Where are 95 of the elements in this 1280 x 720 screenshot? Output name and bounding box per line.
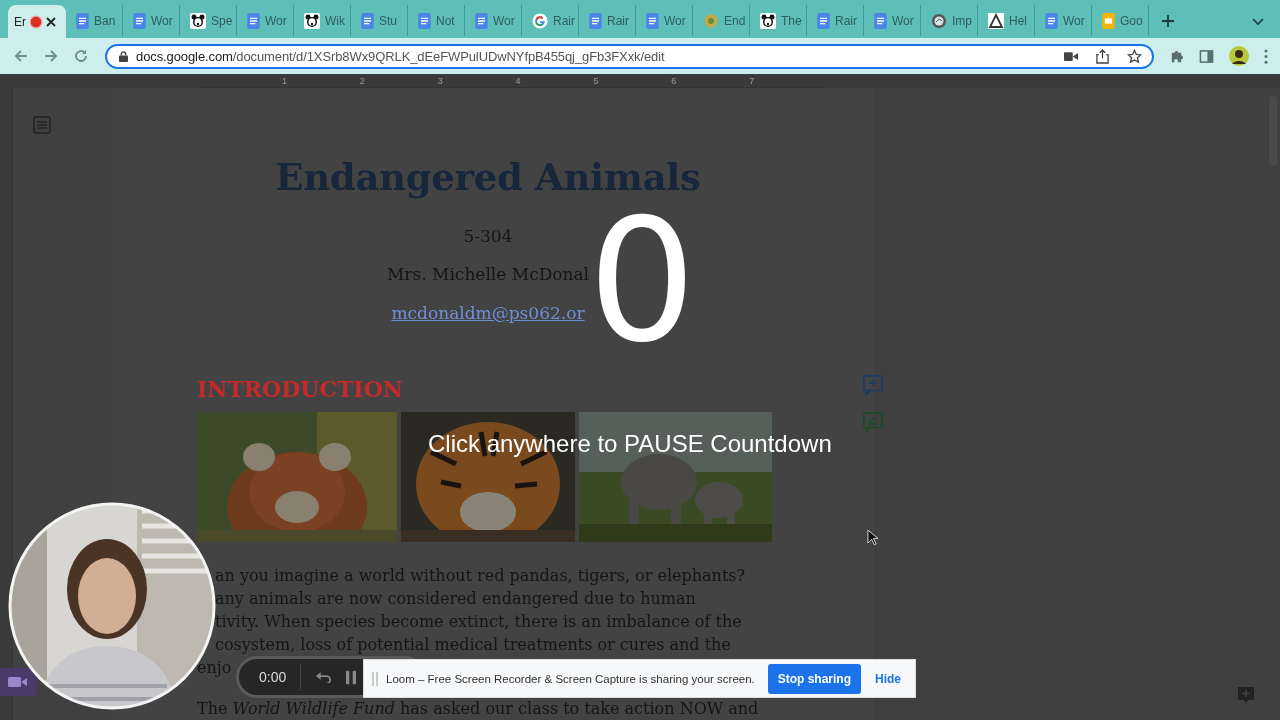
new-tab-icon[interactable] [1161, 14, 1175, 28]
chevron-down-icon[interactable] [1252, 18, 1264, 26]
docs-icon [133, 12, 146, 29]
browser-tab[interactable]: Wik [294, 5, 351, 36]
forward-icon[interactable] [43, 48, 59, 64]
ruler-number: 7 [749, 75, 756, 87]
tab-title: End [724, 13, 746, 28]
tab-title: Stu [379, 13, 397, 28]
panda-icon [304, 12, 320, 29]
reload-icon[interactable] [73, 48, 89, 64]
browser-tab[interactable]: Wor [636, 5, 693, 36]
ruler-number: 2 [359, 75, 366, 87]
slides-icon [1102, 12, 1115, 29]
avatar-icon[interactable] [1229, 46, 1249, 66]
countdown-hint: Click anywhere to PAUSE Countdown [428, 430, 832, 458]
browser-tab[interactable]: Rair [579, 5, 636, 36]
share-icon[interactable] [1096, 48, 1109, 64]
panda-icon [190, 12, 206, 29]
cursor-icon [867, 529, 878, 546]
back-icon[interactable] [13, 48, 29, 64]
tab-title: Not [436, 13, 455, 28]
ruler-number: 6 [671, 75, 678, 87]
browser-tab[interactable]: Rair [807, 5, 864, 36]
tab-title: Spe [211, 13, 233, 28]
browser-tab[interactable]: Wor [1035, 5, 1092, 36]
address-bar[interactable]: docs.google.com/document/d/1XSrb8Wx9QRLK_dEeFWPulUDwNYfpB455qj_gFb3FXxk/edit [105, 43, 1154, 69]
browser-tab[interactable]: Stu [351, 5, 408, 36]
docs-icon [418, 12, 431, 29]
undo-icon[interactable] [315, 671, 333, 683]
tab-title: Goo [1120, 13, 1143, 28]
tab-title: Wik [325, 13, 345, 28]
docs-icon [646, 12, 659, 29]
tab-title: Wor [265, 13, 287, 28]
docs-icon [589, 12, 602, 29]
tab-title: Wor [1063, 13, 1085, 28]
docs-icon [475, 12, 488, 29]
panda-icon [760, 12, 776, 29]
ruler-number: 3 [437, 75, 444, 87]
tab-title: Imp [952, 13, 972, 28]
tab-title: Rair [553, 13, 575, 28]
browser-tab[interactable]: Wor [123, 5, 180, 36]
browser-tab[interactable]: Spe [180, 5, 237, 36]
camera-icon[interactable] [1064, 50, 1078, 62]
tab-title: Wor [151, 13, 173, 28]
tab-title: Wor [892, 13, 914, 28]
star-icon[interactable] [1127, 48, 1142, 64]
ruler-number: 4 [515, 75, 522, 87]
browser-tab[interactable]: Rair [522, 5, 579, 36]
browser-tab[interactable]: Imp [921, 5, 978, 36]
docs-icon [361, 12, 374, 29]
tab-title: Ban [94, 13, 116, 28]
url-text: docs.google.com/document/d/1XSrb8Wx9QRLK_dEeFWPulUDwNYfpB455qj_gFb3FXxk/edit [136, 48, 665, 64]
tab-title: Rair [607, 13, 629, 28]
menu-icon[interactable] [1264, 48, 1268, 64]
triangle-icon [988, 12, 1004, 29]
email-link[interactable]: mcdonaldm@ps062.or [391, 303, 585, 323]
side-panel-icon[interactable] [1199, 48, 1214, 64]
ruler-number: 1 [282, 75, 288, 87]
browser-tab[interactable]: The [750, 5, 807, 36]
close-icon[interactable] [46, 16, 56, 27]
ruler-number: 5 [593, 75, 600, 87]
countdown-number: 0 [588, 196, 697, 366]
docs-icon [76, 12, 89, 29]
sharing-message: Loom – Free Screen Recorder & Screen Capture is sharing your screen. [386, 672, 755, 685]
extensions-icon[interactable] [1169, 48, 1184, 64]
recording-timer: 0:00 [259, 669, 287, 685]
docs-icon [874, 12, 887, 29]
browser-tab[interactable]: Wor [465, 5, 522, 36]
tab-title: Wor [493, 13, 515, 28]
browser-tab[interactable]: Ban [66, 5, 123, 36]
badge-icon [703, 12, 719, 29]
browser-tab[interactable]: End [693, 5, 750, 36]
tab-title: Rair [835, 13, 857, 28]
section-heading: INTRODUCTION [197, 376, 403, 402]
browser-tab[interactable]: Not [408, 5, 465, 36]
docs-icon [817, 12, 830, 29]
camera-toggle-icon[interactable] [0, 668, 36, 696]
grip-icon[interactable] [372, 671, 378, 686]
browser-tab[interactable]: Wor [237, 5, 294, 36]
browser-tab[interactable]: Goo [1092, 5, 1149, 36]
tab-title: Er [14, 14, 26, 29]
globe-icon [931, 12, 947, 29]
docs-icon [247, 12, 260, 29]
lock-icon [119, 50, 128, 62]
tab-title: Hel [1009, 13, 1027, 28]
browser-tab[interactable]: Er [8, 5, 66, 38]
browser-tab[interactable]: Hel [978, 5, 1035, 36]
tab-title: Wor [664, 13, 686, 28]
docs-icon [1045, 12, 1058, 29]
browser-tab[interactable]: Wor [864, 5, 921, 36]
google-icon [532, 12, 548, 29]
tab-title: The [781, 13, 802, 28]
pause-icon[interactable] [346, 669, 357, 685]
hide-button[interactable]: Hide [869, 671, 907, 686]
stop-sharing-button[interactable]: Stop sharing [767, 663, 861, 694]
